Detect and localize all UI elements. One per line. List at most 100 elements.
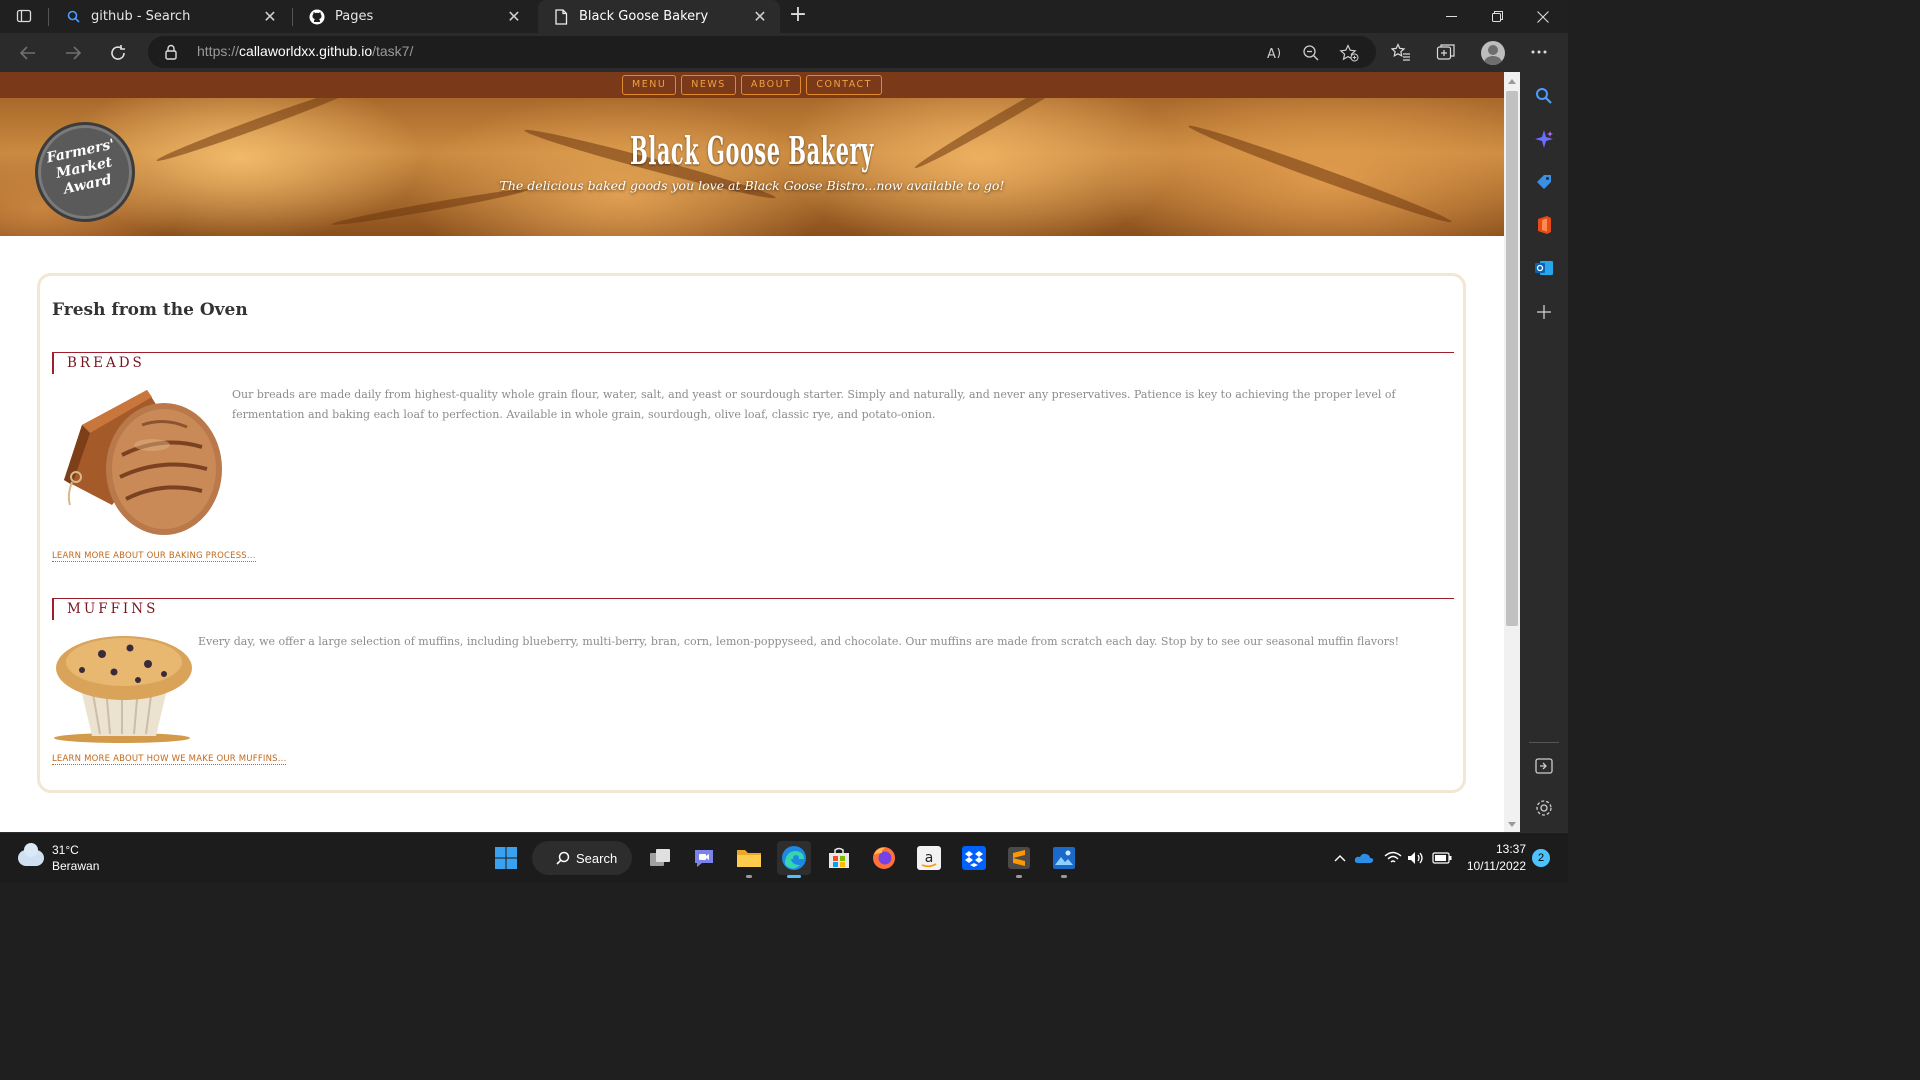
- url-path: /task7/: [372, 43, 414, 59]
- volume-icon[interactable]: [1406, 848, 1426, 868]
- tab-title: github - Search: [91, 9, 191, 24]
- edge-icon: [782, 846, 806, 870]
- more-icon: [1531, 50, 1547, 54]
- forward-arrow-icon: [66, 46, 82, 60]
- collections-button[interactable]: [1433, 39, 1459, 65]
- github-icon: [308, 8, 326, 26]
- start-button[interactable]: [489, 841, 523, 875]
- clock-time: 13:37: [1495, 842, 1526, 856]
- back-arrow-icon: [19, 46, 35, 60]
- page-viewport: MENU NEWS ABOUT CONTACT Farmers' Market …: [0, 72, 1504, 832]
- nav-about-link[interactable]: ABOUT: [740, 75, 802, 95]
- muffins-process-link[interactable]: LEARN MORE ABOUT HOW WE MAKE OUR MUFFINS…: [52, 754, 287, 765]
- onedrive-icon[interactable]: [1354, 848, 1374, 868]
- chevron-up-icon[interactable]: [1330, 848, 1350, 868]
- battery-icon[interactable]: [1432, 848, 1452, 868]
- close-icon: [1537, 10, 1549, 23]
- tab-close-button[interactable]: ✕: [502, 5, 526, 29]
- restore-button[interactable]: [1474, 0, 1520, 33]
- store-icon: [829, 847, 849, 868]
- farmers-market-award-badge: Farmers' Market Award: [25, 112, 145, 232]
- collections-icon: [1436, 44, 1455, 60]
- site-title: Black Goose Bakery: [630, 128, 874, 173]
- windows-taskbar: 31°C Berawan Search a 13:37 10/11/2022 2: [0, 832, 1568, 882]
- wifi-icon[interactable]: [1383, 848, 1403, 868]
- url-host: callaworldxx.github.io: [239, 43, 373, 59]
- nav-news-link[interactable]: NEWS: [681, 75, 736, 95]
- sidebar-office-icon[interactable]: [1532, 213, 1556, 237]
- clock-date: 10/11/2022: [1466, 859, 1526, 873]
- edge-browser-button[interactable]: [777, 841, 811, 878]
- file-explorer-button[interactable]: [732, 841, 766, 878]
- tab-close-button[interactable]: ✕: [258, 5, 282, 29]
- scroll-down-arrow[interactable]: [1508, 822, 1516, 827]
- forward-button[interactable]: [59, 39, 87, 67]
- photos-icon: [1053, 847, 1075, 869]
- new-tab-button[interactable]: +: [786, 4, 810, 28]
- amazon-button[interactable]: a: [912, 841, 946, 875]
- search-icon: [64, 8, 82, 26]
- refresh-icon: [111, 45, 125, 60]
- add-favorite-icon[interactable]: [1338, 42, 1360, 64]
- tab-close-button[interactable]: ✕: [748, 5, 772, 29]
- bread-loaf-image: [64, 390, 222, 535]
- profile-avatar[interactable]: [1481, 41, 1505, 65]
- settings-menu-button[interactable]: [1526, 39, 1552, 65]
- sidebar-add-icon[interactable]: [1532, 300, 1556, 324]
- page-scrollbar[interactable]: [1504, 72, 1520, 832]
- search-icon: [556, 851, 570, 865]
- firefox-button[interactable]: [867, 841, 901, 875]
- url-text: https://callaworldxx.github.io/task7/: [197, 43, 413, 59]
- sublime-text-icon: [1008, 847, 1030, 869]
- sidebar-search-icon[interactable]: [1532, 84, 1556, 108]
- dropbox-button[interactable]: [957, 841, 991, 875]
- tab-black-goose-bakery[interactable]: Black Goose Bakery ✕: [538, 0, 780, 33]
- microsoft-store-button[interactable]: [822, 841, 856, 875]
- nav-contact-link[interactable]: CONTACT: [806, 75, 882, 95]
- breads-description: Our breads are made daily from highest-q…: [232, 388, 1396, 421]
- tab-github-search[interactable]: github - Search ✕: [50, 0, 290, 33]
- tab-pages[interactable]: Pages ✕: [294, 0, 534, 33]
- sublime-text-button[interactable]: [1002, 841, 1036, 878]
- minimize-icon: [1445, 16, 1457, 17]
- zoom-out-icon[interactable]: [1300, 42, 1322, 64]
- taskbar-search[interactable]: Search: [532, 841, 632, 875]
- minimize-button[interactable]: [1428, 0, 1474, 33]
- weather-widget[interactable]: 31°C Berawan: [18, 842, 99, 874]
- tab-title: Pages: [335, 9, 374, 24]
- running-indicator: [787, 875, 801, 878]
- cloud-icon: [18, 843, 44, 866]
- tab-title: Black Goose Bakery: [579, 9, 709, 24]
- sidebar-discover-icon[interactable]: [1532, 127, 1556, 151]
- sidebar-outlook-icon[interactable]: [1532, 256, 1556, 280]
- card-heading: Fresh from the Oven: [52, 300, 248, 320]
- tab-actions-button[interactable]: [8, 4, 40, 28]
- refresh-button[interactable]: [104, 39, 132, 67]
- read-aloud-icon[interactable]: A: [1264, 42, 1286, 64]
- taskbar-clock[interactable]: 13:37 10/11/2022: [1460, 841, 1526, 875]
- tab-actions-icon: [16, 9, 32, 23]
- browser-tab-strip: github - Search ✕ Pages ✕ Black Goose Ba…: [0, 0, 1568, 33]
- baking-process-link[interactable]: LEARN MORE ABOUT OUR BAKING PROCESS...: [52, 551, 256, 562]
- amazon-icon: a: [917, 846, 941, 870]
- sidebar-shopping-icon[interactable]: [1532, 170, 1556, 194]
- favorites-icon: [1391, 43, 1410, 61]
- close-window-button[interactable]: [1520, 0, 1566, 33]
- scroll-up-arrow[interactable]: [1508, 79, 1516, 84]
- running-indicator: [1061, 875, 1067, 878]
- sidebar-hide-icon[interactable]: [1532, 754, 1556, 778]
- scroll-thumb[interactable]: [1506, 91, 1518, 626]
- favorites-button[interactable]: [1388, 39, 1414, 65]
- photos-button[interactable]: [1047, 841, 1081, 878]
- lock-icon: [164, 44, 178, 64]
- weather-description: Berawan: [52, 859, 100, 873]
- teams-chat-button[interactable]: [687, 841, 721, 875]
- address-bar[interactable]: https://callaworldxx.github.io/task7/ A: [148, 36, 1376, 68]
- back-button[interactable]: [14, 39, 42, 67]
- breads-heading: BREADS: [52, 352, 1454, 374]
- task-view-button[interactable]: [643, 841, 677, 875]
- notification-badge[interactable]: 2: [1532, 849, 1550, 867]
- sidebar-settings-icon[interactable]: [1532, 796, 1556, 820]
- nav-menu-link[interactable]: MENU: [622, 75, 677, 95]
- site-tagline: The delicious baked goods you love at Bl…: [499, 178, 1005, 193]
